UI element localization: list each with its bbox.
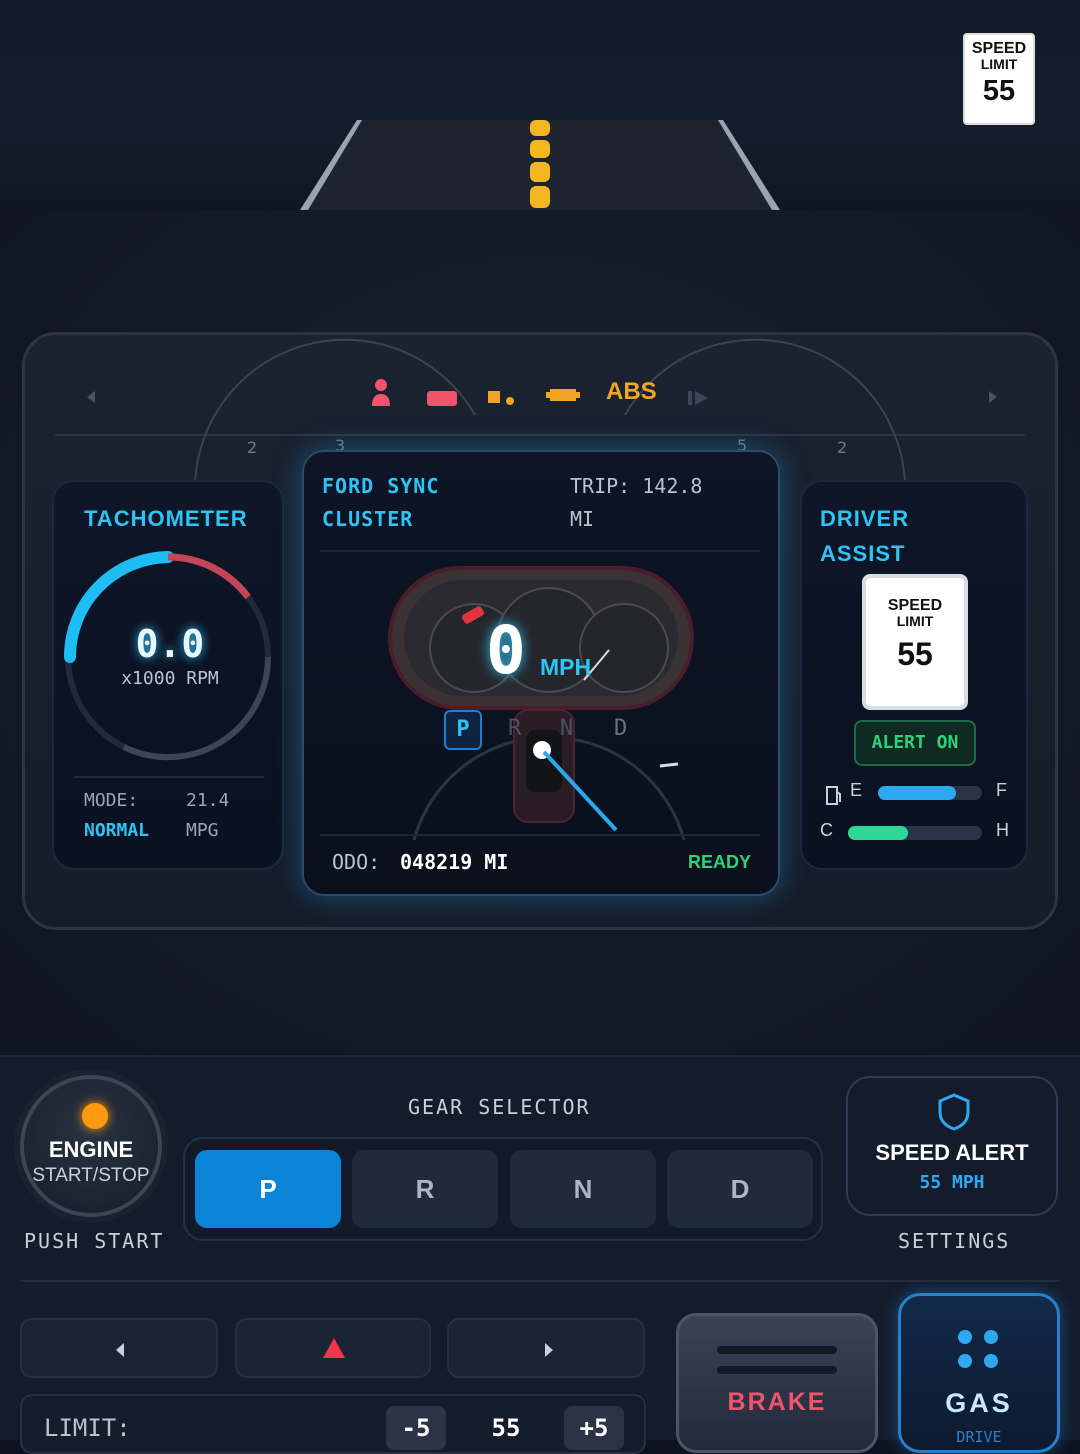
gear-button-r[interactable]: R bbox=[352, 1150, 498, 1228]
warning-lights: ABS bbox=[360, 378, 720, 414]
brake-pedal-button[interactable]: BRAKE bbox=[676, 1313, 878, 1453]
controls-divider bbox=[20, 1280, 1060, 1282]
gear-selector-title: GEAR SELECTOR bbox=[408, 1095, 591, 1119]
limit-control: LIMIT: -5 55 +5 bbox=[20, 1394, 646, 1454]
fuel-e-label: E bbox=[850, 780, 863, 800]
sign-line1: SPEED bbox=[971, 40, 1027, 57]
grip-dots-icon bbox=[957, 1328, 1001, 1373]
gear-indicator: P R N D bbox=[444, 710, 644, 750]
trip-label: TRIP: 142.8 bbox=[570, 474, 703, 498]
assist-sign-value: 55 bbox=[897, 636, 933, 672]
limit-minus-button[interactable]: -5 bbox=[386, 1406, 446, 1450]
cluster-header-divider bbox=[320, 550, 760, 552]
fuel-f-label: F bbox=[996, 780, 1007, 800]
rpm-unit: x1000 RPM bbox=[121, 668, 219, 689]
left-arrow-button[interactable] bbox=[20, 1318, 218, 1378]
push-start-caption: PUSH START bbox=[24, 1229, 165, 1253]
engine-status-light bbox=[82, 1103, 108, 1129]
mini-dashboard-graphic bbox=[388, 566, 694, 841]
limit-value: 55 bbox=[491, 1414, 521, 1442]
speed-alert-button[interactable]: SPEED ALERT 55 MPH bbox=[846, 1076, 1058, 1216]
assist-sign-line2: LIMIT bbox=[896, 613, 934, 629]
center-cluster-panel: FORD SYNC CLUSTER TRIP: 142.8 MI 0 MPH P… bbox=[302, 450, 780, 896]
engine-label-line2: START/STOP bbox=[32, 1165, 150, 1186]
mode-label: MODE: bbox=[84, 790, 139, 811]
engine-check-icon bbox=[546, 384, 580, 413]
engine-label-line1: ENGINE bbox=[48, 1137, 134, 1162]
cluster-title-line1: FORD SYNC bbox=[322, 474, 440, 498]
odo-value: 048219 MI bbox=[400, 850, 509, 874]
limit-plus-button[interactable]: +5 bbox=[564, 1406, 624, 1450]
right-arrow-button[interactable] bbox=[447, 1318, 645, 1378]
mpg-unit: MPG bbox=[186, 820, 219, 841]
shield-icon bbox=[937, 1092, 971, 1137]
gear-button-n[interactable]: N bbox=[510, 1150, 656, 1228]
driver-assist-title-line2: ASSIST bbox=[820, 541, 906, 566]
temp-h-label: H bbox=[996, 820, 1009, 840]
ready-status: READY bbox=[688, 852, 752, 872]
seatbelt-icon bbox=[370, 378, 392, 415]
mpg-value: 21.4 bbox=[186, 790, 230, 811]
fuel-icon bbox=[826, 784, 842, 811]
oil-icon bbox=[488, 386, 518, 414]
gear-indicator-n: N bbox=[560, 716, 574, 741]
speed-alert-value: 55 MPH bbox=[919, 1172, 985, 1193]
settings-caption: SETTINGS bbox=[898, 1229, 1011, 1253]
gear-button-p[interactable]: P bbox=[195, 1150, 341, 1228]
cluster-footer-divider bbox=[320, 834, 760, 836]
temp-bar bbox=[848, 826, 982, 840]
brake-ridge bbox=[717, 1366, 837, 1374]
fuel-bar-fill bbox=[878, 786, 956, 800]
cluster-title-line2: CLUSTER bbox=[322, 507, 414, 531]
gear-indicator-p: P bbox=[444, 710, 482, 750]
gear-button-d[interactable]: D bbox=[667, 1150, 813, 1228]
arrow-left-icon bbox=[114, 1342, 126, 1363]
gas-label: GAS bbox=[945, 1388, 1013, 1418]
fuel-bar bbox=[878, 786, 982, 800]
svg-text:2: 2 bbox=[247, 438, 257, 457]
driver-assist-panel: DRIVER ASSIST SPEED LIMIT 55 ALERT ON E … bbox=[800, 480, 1028, 870]
gas-sublabel: DRIVE bbox=[956, 1428, 1002, 1446]
temp-bar-fill bbox=[848, 826, 909, 840]
abs-warning: ABS bbox=[606, 378, 657, 405]
arrow-up-icon bbox=[321, 1336, 347, 1365]
speed-limit-sign: SPEED LIMIT 55 bbox=[963, 33, 1035, 125]
brake-ridge bbox=[717, 1346, 837, 1354]
mode-value: NORMAL bbox=[84, 820, 150, 841]
sign-line2: LIMIT bbox=[980, 56, 1018, 72]
gear-indicator-r: R bbox=[508, 716, 522, 741]
battery-icon bbox=[426, 386, 458, 414]
tachometer-panel: TACHOMETER 0.0 x1000 RPM MODE: 21.4 NORM… bbox=[52, 480, 284, 870]
assist-speed-sign: SPEED LIMIT 55 bbox=[862, 574, 968, 710]
road-graphic bbox=[300, 120, 780, 210]
road-scene: SPEED LIMIT 55 bbox=[0, 0, 1080, 210]
limit-label: LIMIT: bbox=[44, 1414, 131, 1442]
tacho-divider bbox=[74, 776, 264, 778]
speed-unit: MPH bbox=[540, 654, 592, 680]
assist-sign-line1: SPEED bbox=[887, 597, 943, 614]
tachometer-title: TACHOMETER bbox=[84, 506, 248, 531]
speed-value: 0 bbox=[486, 612, 526, 689]
trip-unit: MI bbox=[570, 507, 595, 531]
odo-label: ODO: bbox=[332, 850, 381, 874]
gas-pedal-button[interactable]: GAS DRIVE bbox=[898, 1293, 1060, 1453]
driver-assist-title-line1: DRIVER bbox=[820, 506, 910, 531]
arrow-right-icon bbox=[543, 1342, 555, 1363]
svg-text:2: 2 bbox=[837, 438, 847, 457]
gear-indicator-d: D bbox=[614, 716, 628, 741]
rpm-value: 0.0 bbox=[135, 622, 205, 666]
up-arrow-button[interactable] bbox=[235, 1318, 431, 1378]
sign-value: 55 bbox=[982, 75, 1016, 107]
speed-alert-title: SPEED ALERT bbox=[875, 1140, 1029, 1165]
cruise-icon bbox=[686, 386, 710, 414]
brake-label: BRAKE bbox=[727, 1388, 827, 1416]
engine-start-stop-button[interactable]: ENGINE START/STOP bbox=[20, 1075, 162, 1217]
alert-on-button[interactable]: ALERT ON bbox=[854, 720, 976, 766]
temp-c-label: C bbox=[820, 820, 833, 840]
